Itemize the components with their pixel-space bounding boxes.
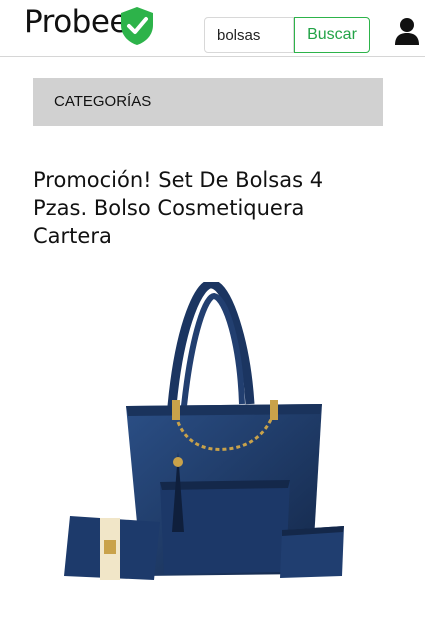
categories-menu[interactable]: CATEGORÍAS [33,78,383,126]
product-image [64,282,344,580]
brand-logo[interactable]: Probee [24,2,129,42]
search-button[interactable]: Buscar [294,17,370,53]
search-input[interactable] [204,17,294,53]
top-navbar: Probee Buscar [0,0,425,57]
product-title: Promoción! Set De Bolsas 4 Pzas. Bolso C… [33,168,324,248]
shield-check-icon [121,7,153,45]
user-icon[interactable] [394,16,420,46]
